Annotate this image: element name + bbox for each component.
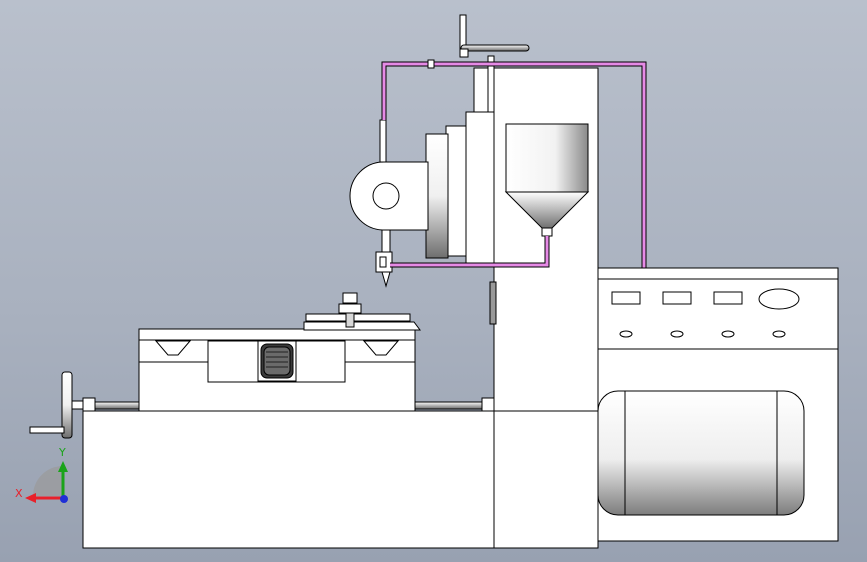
triad-x-arrow [25,493,36,503]
cad-viewport[interactable]: Y X [0,0,867,562]
work-table [138,328,416,412]
spindle-head [349,111,495,288]
triad-y-label: Y [58,446,66,459]
axis-triad: Y X [15,446,68,503]
coolant-tank [597,390,805,516]
clamp-assembly [303,292,421,331]
top-handle [459,14,530,58]
machine-assembly-drawing: Y X [15,14,839,549]
triad-x-label: X [15,487,23,500]
triad-z-axis [60,495,68,503]
handwheel-left [29,371,85,439]
